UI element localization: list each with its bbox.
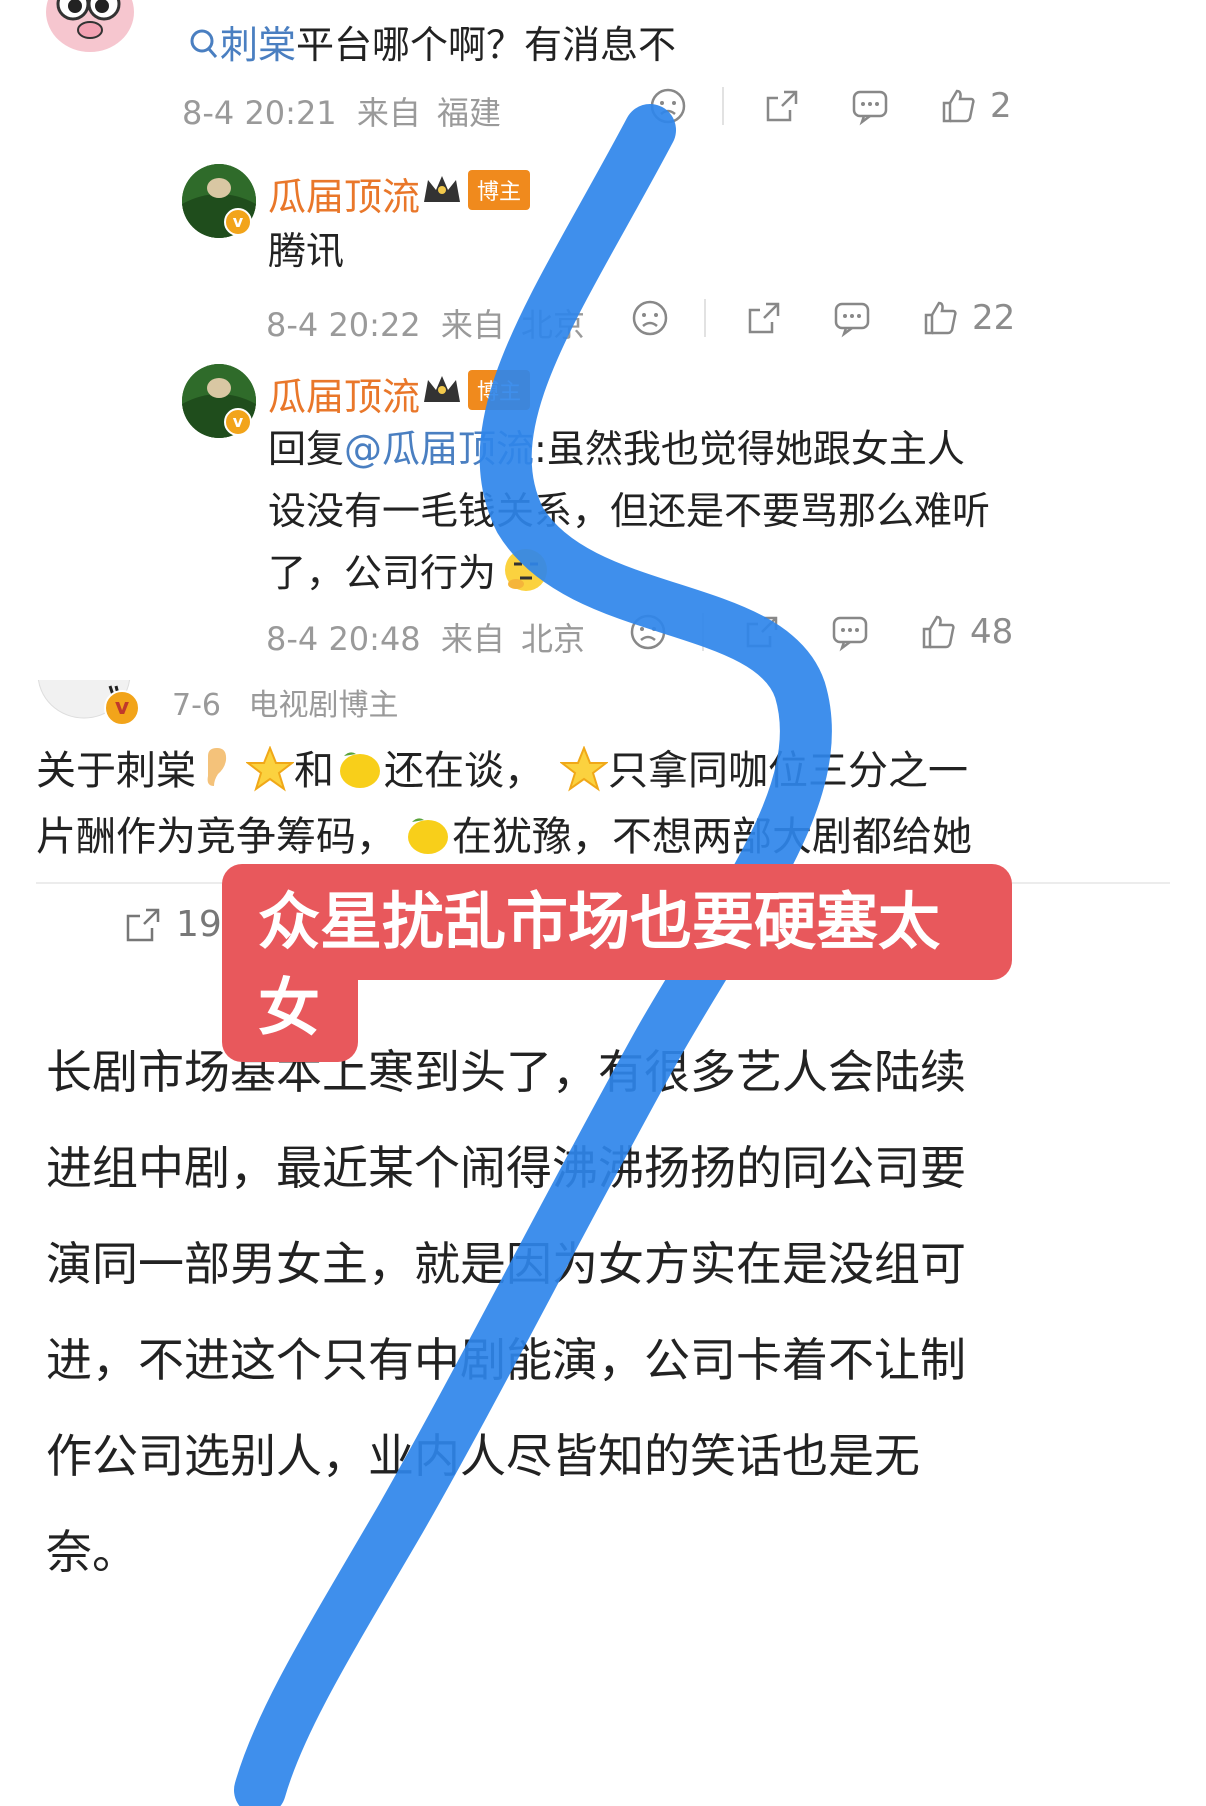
divider [702,613,704,651]
mention-link[interactable]: @瓜届顶流 [344,427,534,471]
article-line: 奈。 [46,1525,138,1579]
article-line: 长剧市场基本上寒到头了，有很多艺人会陆续 [46,1045,966,1099]
article-line: 进，不进这个只有中剧能演，公司卡着不让制 [46,1333,966,1387]
like-count: 22 [972,298,1016,338]
comment-icon[interactable] [832,298,872,338]
reply-time: 8-4 20:22 [266,306,421,344]
ear-emoji-icon [200,746,230,806]
reply-meta: 8-4 20:22 来自 北京 [266,300,585,346]
repost-icon [126,908,160,941]
verified-icon: v [104,690,140,726]
share-icon[interactable] [742,612,782,652]
reply-actions: 48 [628,612,1013,652]
divider [722,87,724,125]
like-count: 2 [990,86,1012,126]
verified-icon: v [224,408,252,436]
from-label: 来自 [440,306,505,344]
reply-text: 回复@瓜届顶流:虽然我也觉得她跟女主人 设没有一毛钱关系，但还是不要骂那么难听 … [268,418,1028,612]
like-button[interactable]: 48 [918,612,1013,652]
post-text: 还在谈， [384,748,544,794]
reply-author[interactable]: 瓜届顶流 [268,366,420,421]
blogger-badge: 博主 [420,170,531,210]
share-icon[interactable] [744,298,784,338]
comment-time: 8-4 20:21 [182,94,337,132]
commenter-avatar[interactable] [40,0,140,60]
comment-meta: 8-4 20:21 来自 福建 [182,88,501,134]
article-line: 进组中剧，最近某个闹得沸沸扬扬的同公司要 [46,1141,966,1195]
article-body: 长剧市场基本上寒到头了，有很多艺人会陆续 进组中剧，最近某个闹得沸沸扬扬的同公司… [46,1024,1176,1600]
from-label: 来自 [440,620,505,658]
reply-line1: :虽然我也觉得她跟女主人 [534,427,965,471]
thumbs-up-icon [924,301,957,335]
reply-location: 北京 [521,306,586,344]
blogger-badge: 博主 [420,370,531,410]
dislike-icon[interactable] [648,86,688,126]
post-text: 关于刺棠 [36,748,196,794]
post-role: 电视剧博主 [248,688,399,723]
post-repost-action[interactable]: 19 [124,904,222,945]
from-label: 来自 [356,94,421,132]
repost-count: 19 [176,904,222,945]
thinking-emoji-icon [502,546,550,612]
badge-label: 博主 [468,370,531,410]
dislike-icon[interactable] [628,612,668,652]
post-text: 和 [294,748,334,794]
reply-time: 8-4 20:48 [266,620,421,658]
overlay-caption-line2: 女 [222,960,358,1062]
reply-text: 腾讯 [268,229,345,273]
search-term-link[interactable]: 刺棠 [220,23,296,67]
search-icon[interactable] [188,26,220,71]
comment-location: 福建 [437,94,502,132]
crown-icon [424,176,460,202]
share-icon[interactable] [762,86,802,126]
post-text: 在犹豫，不想两部大剧都给她 [452,814,972,860]
post-date: 7-6 [172,688,221,723]
thumbs-up-icon [922,615,955,649]
like-button[interactable]: 22 [920,298,1015,338]
badge-label: 博主 [468,170,531,210]
post-meta: 7-6 电视剧博主 [172,680,399,724]
reply-location: 北京 [521,620,586,658]
lemon-emoji-icon [334,746,384,808]
verified-icon: v [224,208,252,236]
reply-line2: 设没有一毛钱关系，但还是不要骂那么难听 [268,489,991,533]
reply-actions: 22 [630,298,1015,338]
thumbs-up-icon [942,89,975,123]
post-body: 关于刺棠 和 还在谈， 只拿同咖位三分之一 片酬作为竞争筹码， 在犹豫，不想两部大剧都给… [36,742,972,874]
like-count: 48 [970,612,1014,652]
article-line: 演同一部男女主，就是因为女方实在是没组可 [46,1237,966,1291]
crown-icon [424,376,460,402]
comment-icon[interactable] [830,612,870,652]
reply-line3: 了，公司行为 [268,551,497,595]
divider [704,299,706,337]
reply-prefix: 回复 [268,427,345,471]
comment-actions: 2 [648,86,1012,126]
reply-meta: 8-4 20:48 来自 北京 [266,614,585,660]
post-text: 只拿同咖位三分之一 [608,748,968,794]
article-line: 作公司选别人，业内人尽皆知的笑话也是无 [46,1429,920,1483]
comment-text: 刺棠平台哪个啊？有消息不 [188,14,676,71]
star-emoji-icon [559,745,609,808]
star-emoji-icon [245,745,295,808]
comment-body: 平台哪个啊？有消息不 [296,23,677,67]
reply-author[interactable]: 瓜届顶流 [268,166,420,221]
post-text: 片酬作为竞争筹码， [36,814,396,860]
like-button[interactable]: 2 [938,86,1012,126]
comment-icon[interactable] [850,86,890,126]
dislike-icon[interactable] [630,298,670,338]
